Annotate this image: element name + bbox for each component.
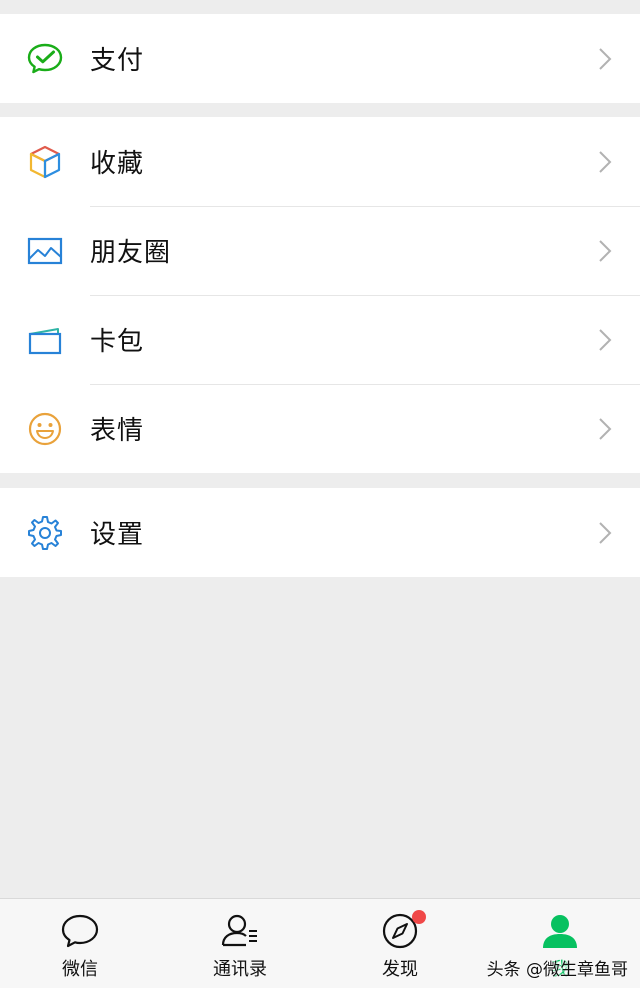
wallet-icon	[26, 321, 64, 359]
gear-icon	[26, 514, 64, 552]
chevron-right-icon	[598, 328, 612, 352]
chevron-right-icon	[598, 239, 612, 263]
smiley-icon	[26, 410, 64, 448]
tab-label: 微信	[62, 959, 98, 980]
menu-item-favorites[interactable]: 收藏	[0, 117, 640, 206]
menu-item-label: 收藏	[90, 149, 145, 179]
menu-item-label: 卡包	[90, 327, 145, 357]
menu-item-moments[interactable]: 朋友圈	[0, 206, 640, 295]
watermark: 头条 @微生章鱼哥	[486, 960, 628, 980]
menu-item-cards[interactable]: 卡包	[0, 295, 640, 384]
menu-item-label: 设置	[90, 520, 145, 550]
chevron-right-icon	[598, 521, 612, 545]
contacts-icon	[220, 911, 260, 951]
menu-item-settings[interactable]: 设置	[0, 488, 640, 577]
menu-item-label: 表情	[90, 416, 145, 446]
settings-group: 设置	[0, 488, 640, 577]
tab-label: 通讯录	[213, 959, 267, 980]
chevron-right-icon	[598, 150, 612, 174]
menu-item-label: 支付	[90, 46, 145, 76]
menu-item-pay[interactable]: 支付	[0, 14, 640, 103]
chevron-right-icon	[598, 417, 612, 441]
tab-label: 发现	[382, 959, 418, 980]
notification-badge	[412, 910, 426, 924]
pay-group: 支付	[0, 14, 640, 103]
chevron-right-icon	[598, 47, 612, 71]
tab-discover[interactable]: 发现	[320, 899, 480, 988]
person-icon	[540, 911, 580, 951]
chat-bubble-icon	[60, 911, 100, 951]
cube-icon	[26, 143, 64, 181]
tab-chats[interactable]: 微信	[0, 899, 160, 988]
wechat-pay-icon	[26, 40, 64, 78]
menu-item-label: 朋友圈	[90, 238, 172, 268]
image-icon	[26, 232, 64, 270]
menu-item-stickers[interactable]: 表情	[0, 384, 640, 473]
services-group: 收藏 朋友圈 卡包 表情	[0, 117, 640, 473]
tab-contacts[interactable]: 通讯录	[160, 899, 320, 988]
